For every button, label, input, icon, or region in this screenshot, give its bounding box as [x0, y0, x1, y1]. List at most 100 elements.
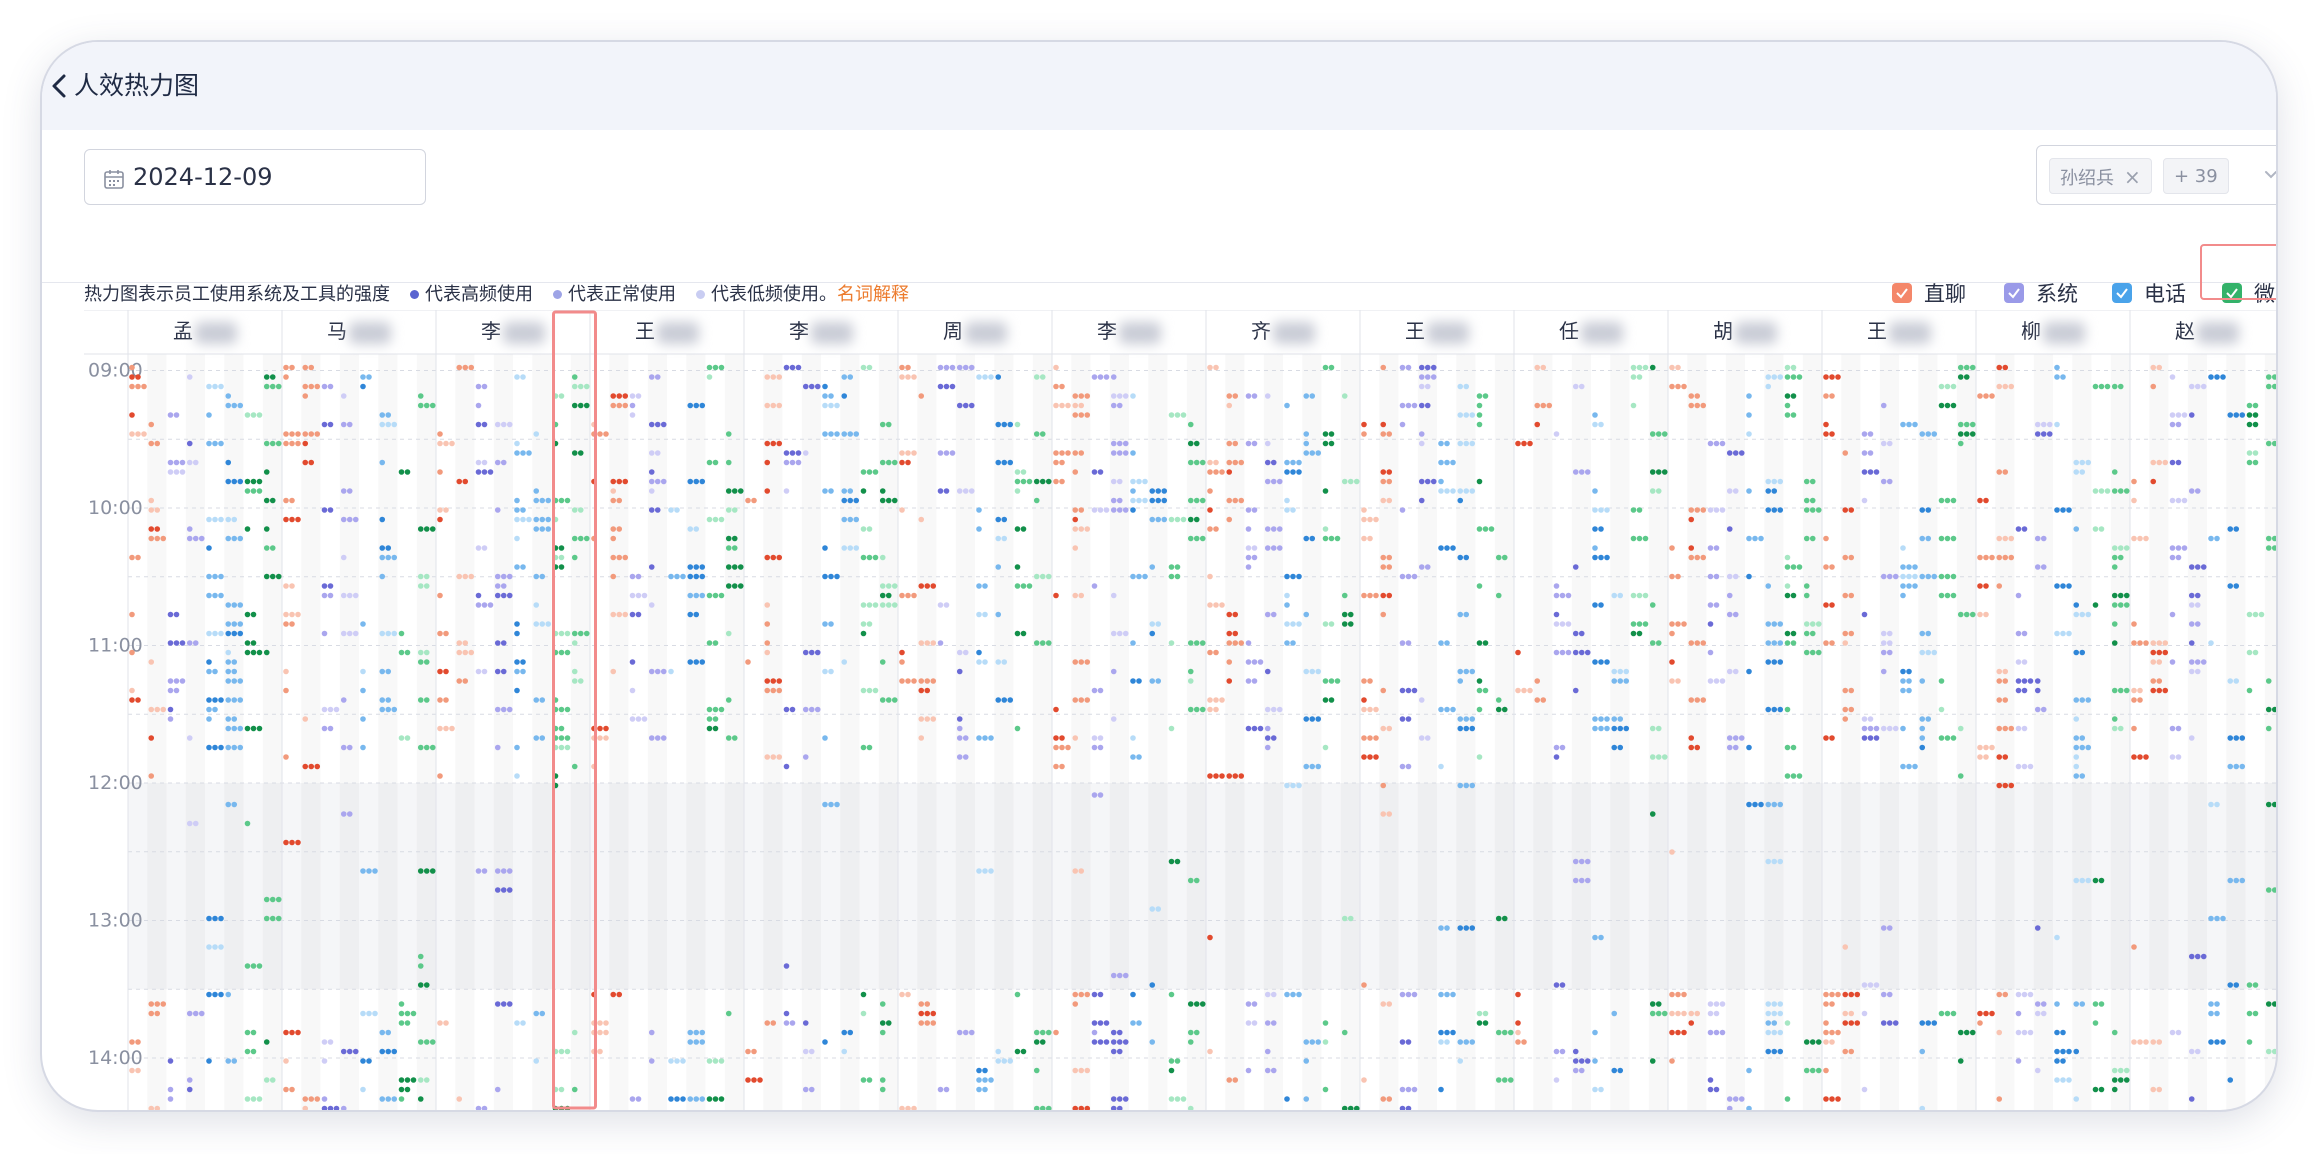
usage-dot	[533, 1010, 540, 1017]
usage-dot	[1303, 668, 1310, 675]
usage-dot	[385, 1029, 392, 1036]
usage-dot	[437, 516, 443, 523]
usage-dot	[1168, 991, 1175, 998]
usage-dot	[2034, 925, 2041, 931]
usage-dot	[918, 516, 925, 523]
usage-dot	[1790, 592, 1797, 599]
usage-dot	[514, 668, 520, 675]
usage-dot	[2098, 526, 2105, 532]
more-staff-tag[interactable]: + 39	[2163, 158, 2229, 194]
usage-dot	[1829, 393, 1835, 399]
usage-dot	[1444, 925, 1450, 931]
usage-dot	[1649, 1010, 1656, 1017]
usage-dot	[1655, 469, 1662, 475]
usage-dot	[308, 763, 315, 770]
usage-dot	[1386, 1096, 1393, 1102]
usage-dot	[1380, 725, 1387, 732]
usage-dot	[1264, 393, 1271, 399]
usage-dot	[289, 583, 295, 589]
usage-dot	[1136, 754, 1142, 760]
employee-name: 王	[1405, 319, 1425, 343]
usage-dot	[1290, 991, 1296, 998]
usage-dot	[1232, 1077, 1239, 1083]
usage-dot	[148, 773, 155, 779]
usage-dot	[1091, 991, 1098, 998]
usage-dot	[616, 402, 623, 409]
usage-dot	[2021, 763, 2028, 770]
usage-dot	[1463, 383, 1470, 390]
usage-dot	[1790, 374, 1797, 380]
app-window: 人效热力图 2024-12-09 孙绍兵 × + 39 热力图表示员工使用系统及…	[42, 42, 2276, 1110]
usage-dot	[1688, 402, 1695, 409]
usage-dot	[2137, 697, 2143, 703]
usage-dot	[1592, 421, 1598, 428]
usage-dot	[860, 1010, 867, 1017]
usage-dot	[2034, 678, 2041, 684]
usage-dot	[514, 1020, 520, 1026]
employee-name: 李	[789, 319, 809, 343]
usage-dot	[2252, 450, 2259, 456]
usage-dot	[764, 554, 771, 561]
usage-dot	[269, 573, 276, 580]
usage-dot	[1014, 526, 1021, 532]
usage-dot	[429, 1039, 436, 1045]
chevron-down-icon[interactable]	[2263, 168, 2276, 182]
usage-dot	[1777, 706, 1784, 713]
usage-dot	[206, 697, 212, 703]
category-phone-checkbox[interactable]: 电话	[2112, 278, 2186, 306]
usage-dot	[2208, 1039, 2214, 1045]
usage-dot	[135, 383, 141, 390]
usage-dot	[1746, 412, 1752, 418]
date-picker[interactable]: 2024-12-09	[84, 149, 426, 205]
usage-dot	[1669, 991, 1675, 998]
staff-multi-select[interactable]: 孙绍兵 × + 39	[2036, 145, 2276, 205]
usage-dot	[385, 554, 392, 561]
usage-dot	[1380, 811, 1387, 817]
usage-dot	[269, 383, 276, 390]
usage-dot	[745, 497, 751, 504]
usage-dot	[629, 592, 636, 599]
usage-dot	[1284, 402, 1290, 409]
usage-dot	[866, 364, 873, 371]
usage-dot	[2143, 1039, 2149, 1045]
usage-dot	[899, 659, 905, 665]
usage-dot	[968, 488, 975, 494]
usage-dot	[1328, 440, 1335, 447]
usage-dot	[956, 754, 963, 760]
usage-dot	[2046, 431, 2053, 437]
usage-dot	[283, 440, 289, 447]
usage-dot	[2085, 744, 2092, 751]
usage-dot	[379, 412, 386, 418]
usage-dot	[443, 507, 449, 513]
close-icon[interactable]: ×	[2124, 165, 2141, 189]
usage-dot	[186, 1077, 193, 1083]
category-direct-chat-checkbox[interactable]: 直聊	[1892, 278, 1966, 306]
usage-dot	[179, 640, 186, 646]
category-system-checkbox[interactable]: 系统	[2004, 278, 2078, 306]
usage-dot	[1790, 773, 1797, 779]
usage-dot	[1738, 735, 1745, 741]
usage-dot	[2079, 773, 2086, 779]
usage-dot	[1463, 725, 1470, 732]
usage-dot	[289, 440, 295, 447]
usage-dot	[295, 431, 301, 437]
usage-dot	[231, 801, 238, 808]
usage-dot	[943, 1086, 950, 1093]
usage-dot	[2214, 374, 2220, 380]
sub-column-stripe	[1495, 354, 1514, 1110]
usage-dot	[2188, 659, 2195, 665]
term-explanation-link[interactable]: 名词解释	[837, 284, 909, 305]
usage-dot	[1598, 507, 1604, 513]
usage-dot	[1149, 516, 1156, 523]
usage-dot	[244, 526, 251, 532]
usage-dot	[1886, 991, 1893, 998]
usage-dot	[1950, 592, 1957, 599]
usage-dot	[1284, 507, 1290, 513]
usage-heatmap[interactable]: 孟马李王李周李齐王任胡王柳赵 09:00 10:00 11:00 12:00 13:00 1…	[84, 310, 2276, 1110]
usage-dot	[648, 564, 655, 570]
usage-dot	[1688, 545, 1695, 551]
usage-dot	[1944, 573, 1951, 580]
chevron-left-icon[interactable]	[48, 68, 72, 104]
usage-dot	[1944, 402, 1951, 409]
usage-dot	[1592, 526, 1598, 532]
